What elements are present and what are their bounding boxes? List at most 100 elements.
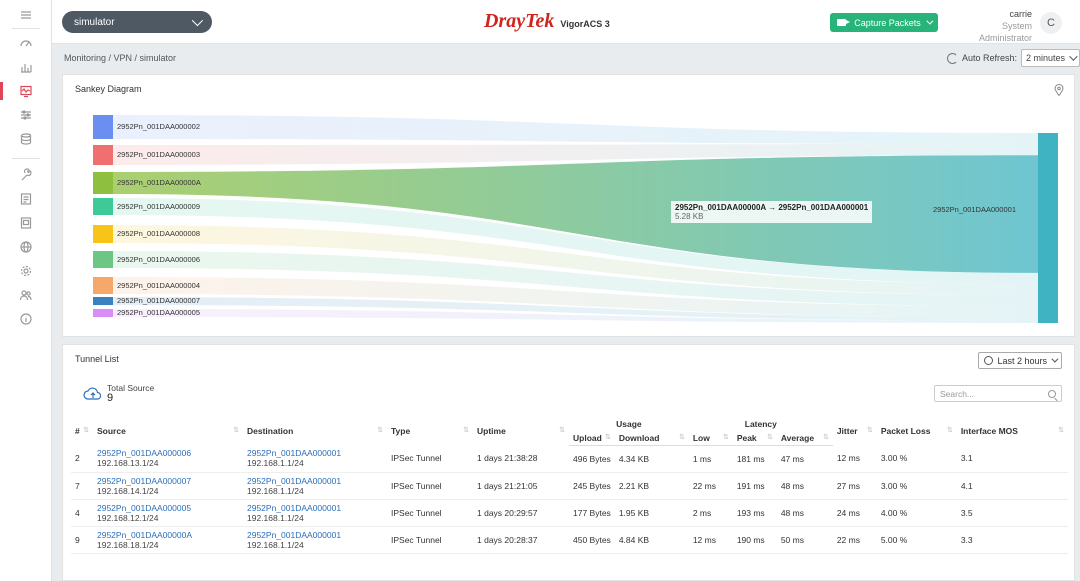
tooltip-value: 5.28 KB: [675, 212, 704, 221]
database-icon[interactable]: [0, 128, 52, 150]
destination-link[interactable]: 2952Pn_001DAA000001: [247, 476, 383, 486]
sankey-source-node[interactable]: [93, 115, 113, 139]
sankey-source-label: 2952Pn_001DAA000003: [117, 150, 200, 159]
sidebar-divider: [12, 158, 40, 159]
sankey-source-label: 2952Pn_001DAA000005: [117, 308, 200, 317]
cell-num: 9: [71, 526, 93, 554]
sankey-source-node[interactable]: [93, 309, 113, 317]
auto-refresh: Auto Refresh: 2 minutes: [946, 49, 1080, 67]
destination-ip: 192.168.1.1/24: [247, 512, 304, 523]
destination-ip: 192.168.1.1/24: [247, 485, 304, 496]
cell-latency-average: 50 ms: [776, 526, 833, 554]
search-icon: [1048, 389, 1056, 398]
col-latency-average[interactable]: Average ⇅: [776, 431, 833, 446]
col-type[interactable]: Type ⇅: [387, 417, 473, 445]
cell-packet-loss: 3.00 %: [876, 445, 957, 473]
users-icon[interactable]: [0, 284, 52, 306]
time-range-select[interactable]: Last 2 hours: [978, 352, 1062, 369]
sankey-source-node[interactable]: [93, 297, 113, 305]
source-ip: 192.168.12.1/24: [97, 512, 159, 523]
source-link[interactable]: 2952Pn_001DAA000006: [97, 448, 239, 458]
dashboard-icon[interactable]: [0, 32, 52, 54]
cell-jitter: 27 ms: [832, 472, 877, 500]
wrench-icon[interactable]: [0, 164, 52, 186]
sankey-tooltip: 2952Pn_001DAA00000A → 2952Pn_001DAA00000…: [671, 201, 873, 223]
cell-source: 2952Pn_001DAA000005 192.168.12.1/24: [93, 499, 243, 527]
col-latency-peak[interactable]: Peak ⇅: [732, 431, 777, 446]
cell-packet-loss: 5.00 %: [876, 526, 957, 554]
source-link[interactable]: 2952Pn_001DAA000005: [97, 503, 239, 513]
report-icon[interactable]: [0, 188, 52, 210]
col-packet-loss[interactable]: Packet Loss ⇅: [877, 417, 957, 445]
sankey-target-label: 2952Pn_001DAA000001: [933, 205, 1016, 214]
sliders-icon[interactable]: [0, 104, 52, 126]
cell-download: 4.34 KB: [614, 445, 689, 473]
sankey-source-label: 2952Pn_001DAA000007: [117, 296, 200, 305]
sankey-source-node[interactable]: [93, 277, 113, 294]
server-icon[interactable]: [0, 212, 52, 234]
menu-icon[interactable]: [0, 4, 52, 26]
info-icon[interactable]: [0, 308, 52, 330]
sankey-source-node[interactable]: [93, 145, 113, 165]
sankey-source-node[interactable]: [93, 172, 113, 194]
source-link[interactable]: 2952Pn_001DAA000007: [97, 476, 239, 486]
destination-link[interactable]: 2952Pn_001DAA000001: [247, 530, 383, 540]
destination-link[interactable]: 2952Pn_001DAA000001: [247, 448, 383, 458]
col-interface-mos[interactable]: Interface MOS ⇅: [957, 417, 1068, 445]
auto-refresh-value: 2 minutes: [1025, 53, 1065, 63]
col-download[interactable]: Download ⇅: [614, 431, 689, 446]
cell-latency-peak: 191 ms: [732, 472, 777, 500]
col-destination[interactable]: Destination ⇅: [243, 417, 387, 445]
sankey-target-node[interactable]: [1038, 133, 1058, 323]
cell-type: IPSec Tunnel: [387, 445, 473, 473]
cell-latency-low: 12 ms: [688, 526, 733, 554]
sankey-source-node[interactable]: [93, 251, 113, 268]
cell-jitter: 24 ms: [832, 499, 877, 527]
monitor-icon[interactable]: [0, 80, 52, 102]
cell-download: 1.95 KB: [614, 499, 689, 527]
search-input[interactable]: Search...: [934, 385, 1062, 402]
cell-source: 2952Pn_001DAA00000A 192.168.18.1/24: [93, 526, 243, 554]
chart-icon[interactable]: [0, 56, 52, 78]
cell-latency-low: 1 ms: [688, 445, 733, 473]
cell-destination: 2952Pn_001DAA000001 192.168.1.1/24: [243, 445, 387, 473]
col-latency-low[interactable]: Low ⇅: [688, 431, 733, 446]
user-info: carrie System Administrator: [954, 8, 1032, 44]
table-row[interactable]: 7 2952Pn_001DAA000007 192.168.14.1/24 2952P…: [71, 472, 1068, 500]
sankey-link[interactable]: [113, 115, 1038, 145]
destination-link[interactable]: 2952Pn_001DAA000001: [247, 503, 383, 513]
cell-upload: 177 Bytes: [569, 499, 615, 527]
globe-icon[interactable]: [0, 236, 52, 258]
refresh-icon[interactable]: [946, 52, 958, 64]
sankey-source-node[interactable]: [93, 198, 113, 215]
chevron-down-icon: [1069, 52, 1078, 61]
col-source[interactable]: Source ⇅: [93, 417, 243, 445]
table-row[interactable]: 2 2952Pn_001DAA000006 192.168.13.1/24 2952P…: [71, 445, 1068, 473]
product-name: VigorACS 3: [560, 19, 610, 29]
source-ip: 192.168.13.1/24: [97, 458, 159, 469]
col-jitter[interactable]: Jitter ⇅: [833, 417, 877, 445]
table-row[interactable]: 4 2952Pn_001DAA000005 192.168.12.1/24 2952P…: [71, 499, 1068, 527]
cell-download: 2.21 KB: [614, 472, 689, 500]
cell-latency-low: 22 ms: [688, 472, 733, 500]
cell-latency-low: 2 ms: [688, 499, 733, 527]
table-row[interactable]: 9 2952Pn_001DAA00000A 192.168.18.1/24 2952P…: [71, 526, 1068, 554]
sidebar: [0, 0, 52, 581]
chevron-down-icon: [926, 17, 934, 25]
auto-refresh-select[interactable]: 2 minutes: [1020, 49, 1080, 67]
gear-icon[interactable]: [0, 260, 52, 282]
chevron-down-icon: [191, 14, 204, 27]
col-uptime[interactable]: Uptime ⇅: [473, 417, 569, 445]
sankey-source-node[interactable]: [93, 225, 113, 243]
tunnel-list-panel: Tunnel List Last 2 hours Total Source 9 …: [62, 344, 1075, 581]
chevron-down-icon: [1051, 355, 1059, 363]
source-link[interactable]: 2952Pn_001DAA00000A: [97, 530, 239, 540]
avatar[interactable]: C: [1040, 12, 1062, 34]
col-upload[interactable]: Upload ⇅: [569, 431, 615, 446]
col-num[interactable]: # ⇅: [71, 417, 93, 445]
cell-latency-average: 47 ms: [776, 445, 833, 473]
device-select[interactable]: simulator: [62, 11, 212, 33]
capture-packets-label: Capture Packets: [854, 17, 921, 28]
capture-packets-button[interactable]: Capture Packets: [830, 13, 938, 32]
cell-upload: 450 Bytes: [569, 526, 615, 554]
